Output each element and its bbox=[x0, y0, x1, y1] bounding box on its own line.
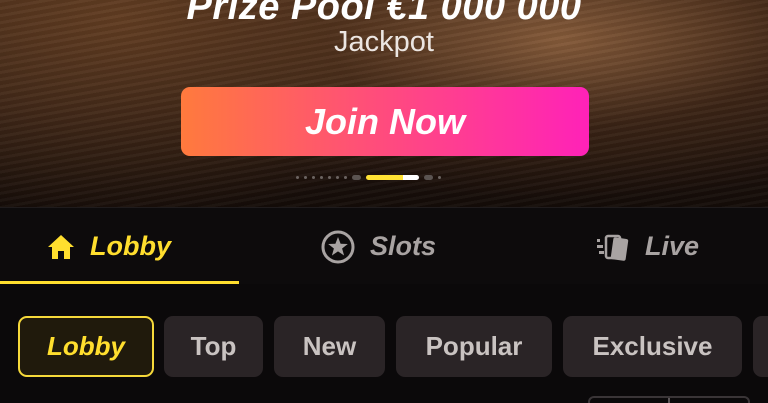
category-chip-top[interactable]: Top bbox=[164, 316, 263, 377]
category-chip-lobby[interactable]: Lobby bbox=[18, 316, 154, 377]
carousel-pagination bbox=[296, 173, 441, 181]
carousel-dot[interactable] bbox=[312, 175, 315, 179]
tab-slots[interactable]: Slots bbox=[320, 208, 436, 285]
join-now-button[interactable]: Join Now bbox=[181, 87, 589, 156]
tab-live-label: Live bbox=[645, 231, 700, 261]
prize-pool-title: Prize Pool €1 000 000 bbox=[186, 0, 582, 28]
promo-banner[interactable]: Prize Pool €1 000 000 Jackpot Join Now bbox=[0, 0, 768, 207]
carousel-dot[interactable] bbox=[304, 175, 307, 179]
carousel-dot-active bbox=[366, 174, 419, 180]
cards-icon bbox=[595, 232, 631, 262]
category-chip-popular[interactable]: Popular bbox=[396, 316, 552, 377]
jackpot-label: Jackpot bbox=[334, 26, 434, 58]
category-filter: Lobby Top New Popular Exclusive bbox=[0, 284, 768, 403]
tab-lobby[interactable]: Lobby bbox=[46, 208, 171, 285]
main-tabs: Lobby Slots Live bbox=[0, 207, 768, 285]
carousel-dot[interactable] bbox=[336, 175, 339, 179]
category-chip-new[interactable]: New bbox=[274, 316, 385, 377]
carousel-dot[interactable] bbox=[296, 175, 299, 179]
carousel-dot[interactable] bbox=[320, 175, 323, 179]
tab-lobby-label: Lobby bbox=[90, 231, 171, 261]
carousel-dot[interactable] bbox=[352, 174, 361, 180]
tab-slots-label: Slots bbox=[370, 231, 437, 261]
home-icon bbox=[46, 233, 76, 261]
category-chip-exclusive[interactable]: Exclusive bbox=[563, 316, 742, 377]
carousel-dot[interactable] bbox=[328, 175, 331, 179]
carousel-dot[interactable] bbox=[438, 175, 441, 179]
view-mode-option[interactable] bbox=[668, 398, 750, 403]
category-chip-more[interactable] bbox=[753, 316, 768, 377]
carousel-dot[interactable] bbox=[344, 175, 347, 179]
view-mode-toggle[interactable] bbox=[588, 396, 750, 403]
tab-live[interactable]: Live bbox=[595, 208, 699, 285]
carousel-dot[interactable] bbox=[424, 174, 433, 180]
star-icon bbox=[320, 229, 356, 265]
